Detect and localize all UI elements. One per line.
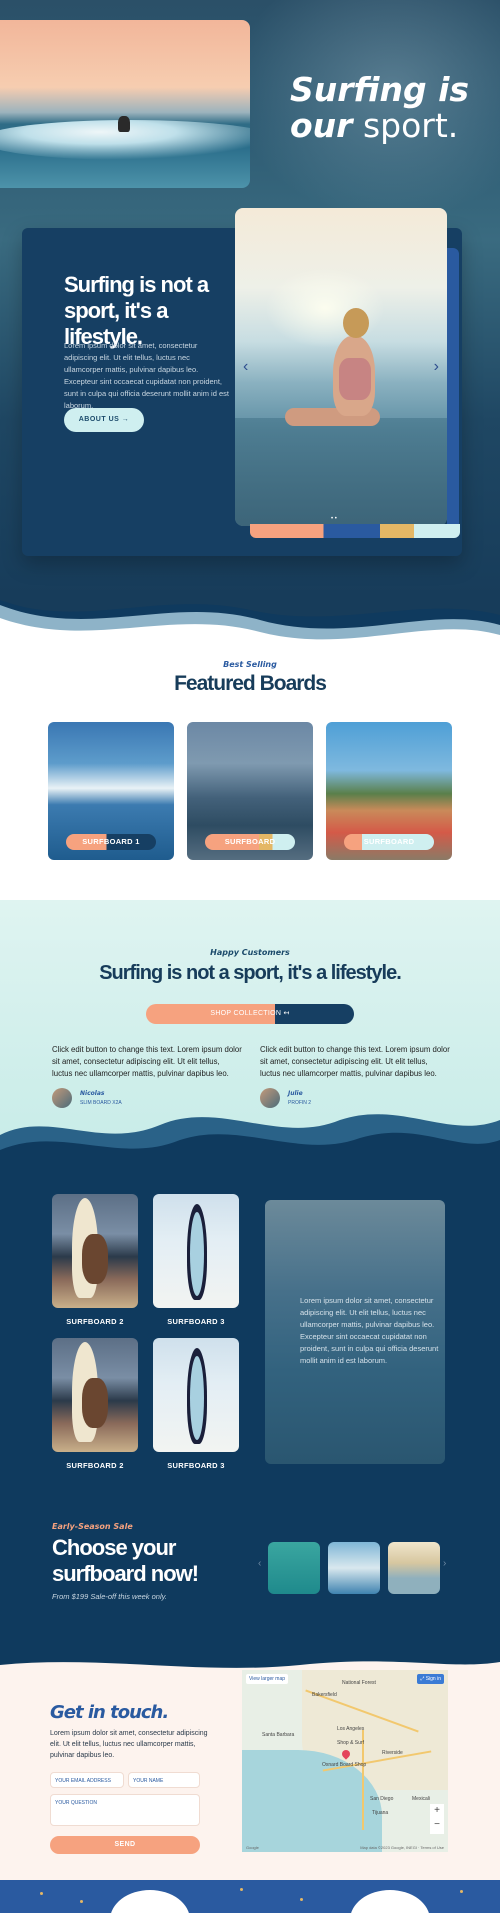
sale-kicker: Early-Season Sale xyxy=(52,1522,133,1531)
zoom-in-icon[interactable]: + xyxy=(430,1804,444,1818)
map-label: Bakersfield xyxy=(312,1692,337,1698)
map-label: Riverside xyxy=(382,1750,403,1756)
gallery-feature-text: Lorem ipsum dolor sit amet, consectetur … xyxy=(300,1296,439,1365)
gallery-image-1[interactable] xyxy=(52,1194,138,1308)
featured-title: Featured Boards xyxy=(174,672,327,695)
map-google-logo: Google xyxy=(246,1845,259,1850)
slider-person-swimsuit xyxy=(339,358,371,400)
map-label: Oxnard Board Shop xyxy=(322,1762,367,1768)
sale-next-icon[interactable]: › xyxy=(443,1558,446,1569)
testimonial-2-text: Click edit button to change this text. L… xyxy=(260,1045,450,1078)
slider-sun xyxy=(265,268,385,348)
board-card-1-label[interactable]: SURFBOARD 1 xyxy=(66,834,156,850)
gallery-2-board-inner xyxy=(190,1212,204,1296)
sale-thumb-2[interactable] xyxy=(328,1542,380,1594)
hero-section: Surfing is our sport. Surfing is not a s… xyxy=(0,0,500,600)
gallery-image-2[interactable] xyxy=(153,1194,239,1308)
gallery-image-3[interactable] xyxy=(52,1338,138,1452)
footer-wave xyxy=(110,1890,190,1913)
slider-accent-bar xyxy=(250,524,460,538)
slider-prev-icon[interactable]: ‹ xyxy=(243,358,248,376)
gallery-section: SURFBOARD 2 SURFBOARD 3 SURFBOARD 2 SURF… xyxy=(0,1150,500,1670)
hero-title-line1: Surfing is xyxy=(290,70,470,109)
zoom-out-icon[interactable]: − xyxy=(430,1818,444,1832)
slider-water xyxy=(235,418,447,526)
customers-kicker: Happy Customers xyxy=(210,948,290,957)
gallery-label-2[interactable]: SURFBOARD 3 xyxy=(153,1317,239,1326)
map-label: National Forest xyxy=(342,1680,376,1686)
sale-thumb-3[interactable] xyxy=(388,1542,440,1594)
map-label: Shop & Surf xyxy=(337,1740,364,1746)
gallery-label-4[interactable]: SURFBOARD 3 xyxy=(153,1461,239,1470)
shop-collection-button[interactable]: SHOP COLLECTION ↤ xyxy=(146,1004,354,1024)
gallery-label-1[interactable]: SURFBOARD 2 xyxy=(52,1317,138,1326)
location-map[interactable]: National Forest Bakersfield Santa Barbar… xyxy=(242,1670,448,1852)
board-card-1[interactable]: SURFBOARD 1 xyxy=(48,722,174,860)
hero-photo xyxy=(0,20,250,188)
testimonial-1-text: Click edit button to change this text. L… xyxy=(52,1045,242,1078)
customers-title: Surfing is not a sport, it's a lifestyle… xyxy=(99,962,402,984)
featured-section: Best Selling Featured Boards SURFBOARD 1… xyxy=(0,600,500,900)
gallery-1-person xyxy=(82,1234,108,1284)
gallery-3-person xyxy=(82,1378,108,1428)
map-view-larger-link[interactable]: View larger map xyxy=(246,1674,289,1684)
map-label: Tijuana xyxy=(372,1810,389,1816)
testimonial-1-name: Nicolas xyxy=(80,1090,105,1097)
map-label: Mexicali xyxy=(412,1796,431,1802)
contact-section: Get in touch. Lorem ipsum dolor sit amet… xyxy=(0,1670,500,1880)
slider-dots[interactable]: • • xyxy=(331,516,337,522)
hero-title: Surfing is our sport. xyxy=(290,72,490,144)
contact-text: Lorem ipsum dolor sit amet, consectetur … xyxy=(50,1730,208,1759)
footer-dot xyxy=(40,1892,43,1895)
footer-wave xyxy=(350,1890,430,1913)
map-label: Santa Barbara xyxy=(262,1732,295,1738)
slider-side-accent xyxy=(447,248,459,533)
map-label: Los Angeles xyxy=(337,1726,365,1732)
send-button[interactable]: SEND xyxy=(50,1836,200,1854)
board-card-3-label[interactable]: SURFBOARD xyxy=(344,834,434,850)
map-credit[interactable]: Map data ©2023 Google, INEGI · Terms of … xyxy=(360,1845,444,1850)
map-zoom-controls[interactable]: + − xyxy=(430,1804,444,1834)
footer-dot xyxy=(240,1888,243,1891)
map-sign-in-button[interactable]: ⤢ Sign in xyxy=(417,1674,444,1684)
testimonial-2-name: Julie xyxy=(288,1090,303,1097)
featured-kicker: Best Selling xyxy=(223,660,277,669)
board-card-2-label[interactable]: SURFBOARD xyxy=(205,834,295,850)
slider-person-head xyxy=(343,308,369,338)
name-field[interactable]: YOUR NAME xyxy=(128,1772,200,1788)
question-field[interactable]: YOUR QUESTION xyxy=(50,1794,200,1826)
sale-title: Choose your surfboard now! xyxy=(52,1535,199,1586)
image-slider[interactable]: ‹ › • • xyxy=(235,208,447,526)
hero-title-line2-bold: our xyxy=(290,106,353,145)
gallery-4-board-inner xyxy=(190,1356,204,1440)
footer-dot xyxy=(300,1898,303,1901)
sale-prev-icon[interactable]: ‹ xyxy=(258,1558,261,1569)
map-label: San Diego xyxy=(370,1796,394,1802)
sale-thumb-1[interactable] xyxy=(268,1542,320,1594)
footer-bar xyxy=(0,1880,500,1913)
about-title: Surfing is not a sport, it's a lifestyle… xyxy=(64,272,209,349)
hero-surfer xyxy=(118,116,130,132)
contact-title: Get in touch. xyxy=(50,1702,169,1723)
about-text: Lorem ipsum dolor sit amet, consectetur … xyxy=(64,341,229,410)
sale-subtitle: From $199 Sale-off this week only. xyxy=(52,1592,167,1601)
hero-title-line2-rest: sport. xyxy=(352,106,459,145)
board-card-3[interactable]: SURFBOARD xyxy=(326,722,452,860)
about-us-button[interactable]: ABOUT US → xyxy=(64,408,144,432)
footer-dot xyxy=(460,1890,463,1893)
slider-next-icon[interactable]: › xyxy=(434,358,439,376)
footer-dot xyxy=(80,1900,83,1903)
board-card-2[interactable]: SURFBOARD xyxy=(187,722,313,860)
gallery-image-4[interactable] xyxy=(153,1338,239,1452)
email-field[interactable]: YOUR EMAIL ADDRESS xyxy=(50,1772,124,1788)
gallery-label-3[interactable]: SURFBOARD 2 xyxy=(52,1461,138,1470)
